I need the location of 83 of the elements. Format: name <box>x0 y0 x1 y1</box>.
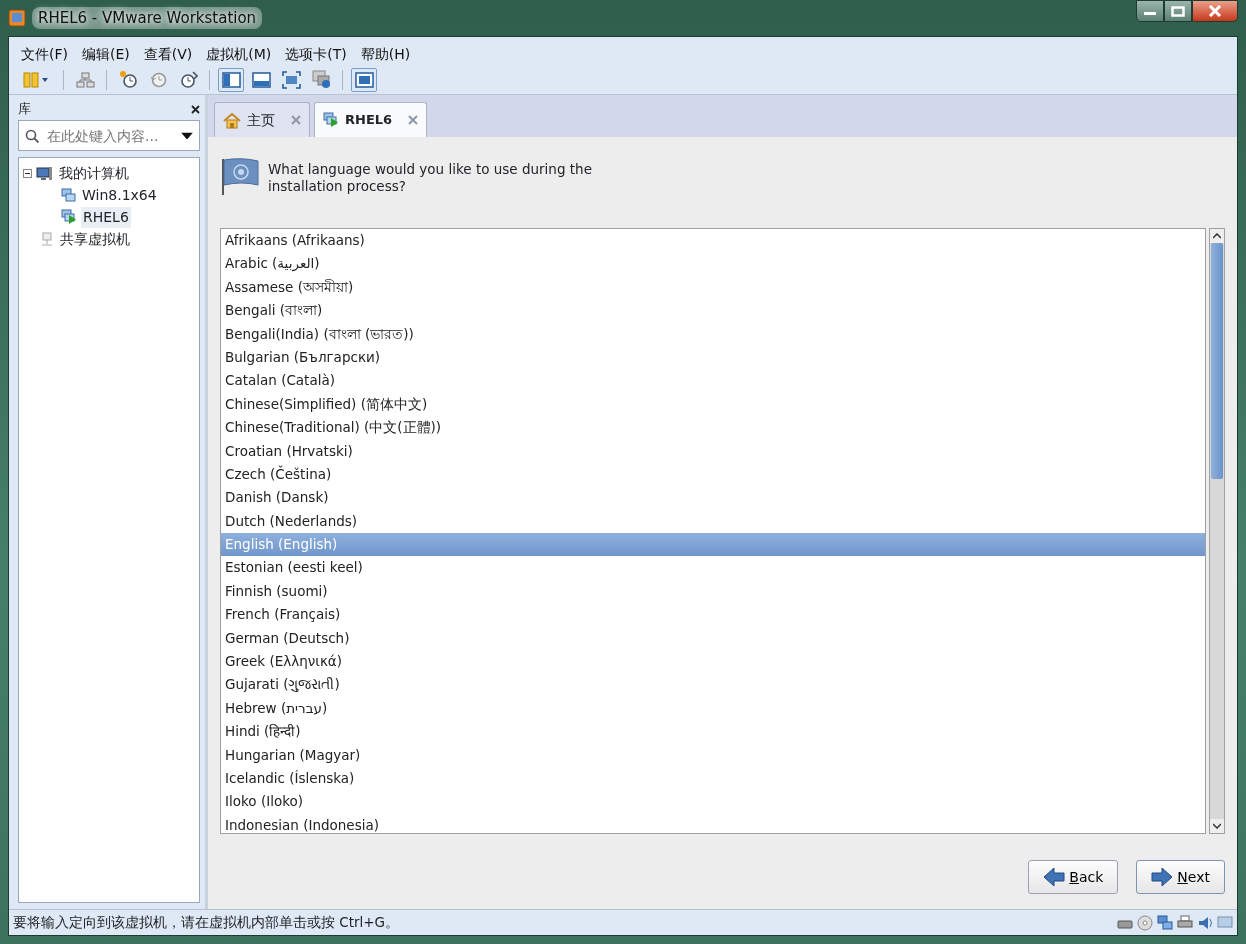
language-option[interactable]: Chinese(Simplified) (简体中文) <box>221 392 1205 417</box>
status-text: 要将输入定向到该虚拟机，请在虚拟机内部单击或按 Ctrl+G。 <box>13 913 400 933</box>
tree-item[interactable]: Win8.1x64 <box>80 184 159 206</box>
sidebar-layout-icon <box>221 70 241 89</box>
menu-item[interactable]: 文件(F) <box>15 43 74 65</box>
snapshot-manager-icon <box>178 70 198 89</box>
left-arrow-icon <box>1043 867 1066 887</box>
menu-item[interactable]: 编辑(E) <box>76 43 136 65</box>
tab[interactable]: 主页 <box>214 102 310 137</box>
tree-item[interactable]: 共享虚拟机 <box>58 228 132 250</box>
language-option[interactable]: Icelandic (Íslenska) <box>221 767 1205 791</box>
language-option[interactable]: Danish (Dansk) <box>221 486 1205 510</box>
snapshot-clock-icon <box>118 70 138 89</box>
maximize-icon <box>1171 5 1185 17</box>
fullscreen-icon <box>281 70 301 89</box>
tab-label: 主页 <box>247 110 275 130</box>
language-option[interactable]: Hebrew (עברית) <box>221 696 1205 721</box>
language-option[interactable]: Croatian (Hrvatski) <box>221 439 1205 463</box>
home-icon <box>223 111 241 129</box>
thumbnail-bar-icon <box>251 70 271 89</box>
pause-icon <box>21 69 49 90</box>
computer-icon <box>36 165 53 181</box>
shared-vm-icon <box>40 231 54 247</box>
toolbar-button[interactable] <box>351 67 377 92</box>
language-option[interactable]: Hindi (हिन्दी) <box>221 720 1205 744</box>
language-option[interactable]: Chinese(Traditional) (中文(正體)) <box>221 416 1205 440</box>
vm-icon <box>61 188 76 202</box>
speaker-icon[interactable] <box>1197 914 1213 931</box>
language-option[interactable]: Greek (Ελληνικά) <box>221 650 1205 674</box>
flag-icon <box>220 157 260 197</box>
language-option[interactable]: Arabic (العربية) <box>221 252 1205 276</box>
minimize-button[interactable] <box>1136 0 1164 22</box>
language-option[interactable]: Finnish (suomi) <box>221 579 1205 604</box>
running-vm-icon <box>61 209 77 225</box>
back-button[interactable]: Back <box>1028 860 1119 894</box>
console-view-icon <box>354 70 374 89</box>
language-option[interactable]: Bulgarian (Български) <box>221 345 1205 370</box>
language-option[interactable]: Dutch (Nederlands) <box>221 509 1205 534</box>
language-option[interactable]: Gujarati (ગુજરાતી) <box>221 673 1205 697</box>
menu-item[interactable]: 选项卡(T) <box>279 43 353 65</box>
language-option[interactable]: Bengali(India) (বাংলা (ভারত)) <box>221 322 1205 346</box>
tab-label: RHEL6 <box>345 111 393 130</box>
maximize-button[interactable] <box>1164 0 1192 22</box>
close-icon[interactable] <box>191 104 200 114</box>
language-option[interactable]: Bengali (বাংলা) <box>221 299 1205 323</box>
search-icon <box>25 128 39 143</box>
search-field[interactable]: 在此处键入内容... <box>18 120 200 151</box>
language-option[interactable]: Hungarian (Magyar) <box>221 743 1205 767</box>
language-option[interactable]: Czech (Čeština) <box>221 462 1205 487</box>
toolbar-button[interactable] <box>218 67 244 92</box>
language-option[interactable]: Iloko (Iloko) <box>221 790 1205 814</box>
tree-item[interactable]: 我的计算机 <box>57 162 131 184</box>
language-option[interactable]: Estonian (eesti keel) <box>221 556 1205 580</box>
collapse-icon[interactable] <box>23 169 32 178</box>
question-text: What language would you like to use during the installation process? <box>268 161 593 195</box>
menu-item[interactable]: 查看(V) <box>137 43 199 65</box>
scrollbar-thumb[interactable] <box>1211 243 1223 479</box>
panel-title: 库 <box>18 100 31 119</box>
dropdown-caret-icon[interactable] <box>181 132 193 139</box>
language-option[interactable]: German (Deutsch) <box>221 626 1205 651</box>
scroll-down-icon[interactable] <box>1213 823 1221 829</box>
close-button[interactable] <box>1192 0 1238 22</box>
app-icon <box>8 9 26 27</box>
scrollbar[interactable] <box>1209 228 1225 834</box>
language-option[interactable]: Assamese (অসমীয়া) <box>221 275 1205 300</box>
printer-icon[interactable] <box>1177 914 1193 931</box>
tree-item[interactable]: RHEL6 <box>81 206 131 228</box>
language-option[interactable]: Catalan (Català) <box>221 369 1205 393</box>
revert-clock-icon <box>148 70 168 89</box>
menu-item[interactable]: 虚拟机(M) <box>200 43 278 65</box>
language-option[interactable]: French (Français) <box>221 603 1205 627</box>
close-icon <box>1208 5 1222 17</box>
network-icon <box>75 70 95 89</box>
running-vm-icon <box>323 112 339 128</box>
right-arrow-icon <box>1151 867 1174 887</box>
language-option[interactable]: Indonesian (Indonesia) <box>221 813 1205 833</box>
next-button[interactable]: Next <box>1136 860 1225 894</box>
language-option[interactable]: Afrikaans (Afrikaans) <box>221 229 1205 253</box>
unity-icon <box>311 70 331 89</box>
scroll-up-icon[interactable] <box>1213 233 1221 239</box>
menu-item[interactable]: 帮助(H) <box>354 43 417 65</box>
network-adapter-icon[interactable] <box>1157 914 1173 931</box>
tab[interactable]: RHEL6 <box>314 102 428 137</box>
